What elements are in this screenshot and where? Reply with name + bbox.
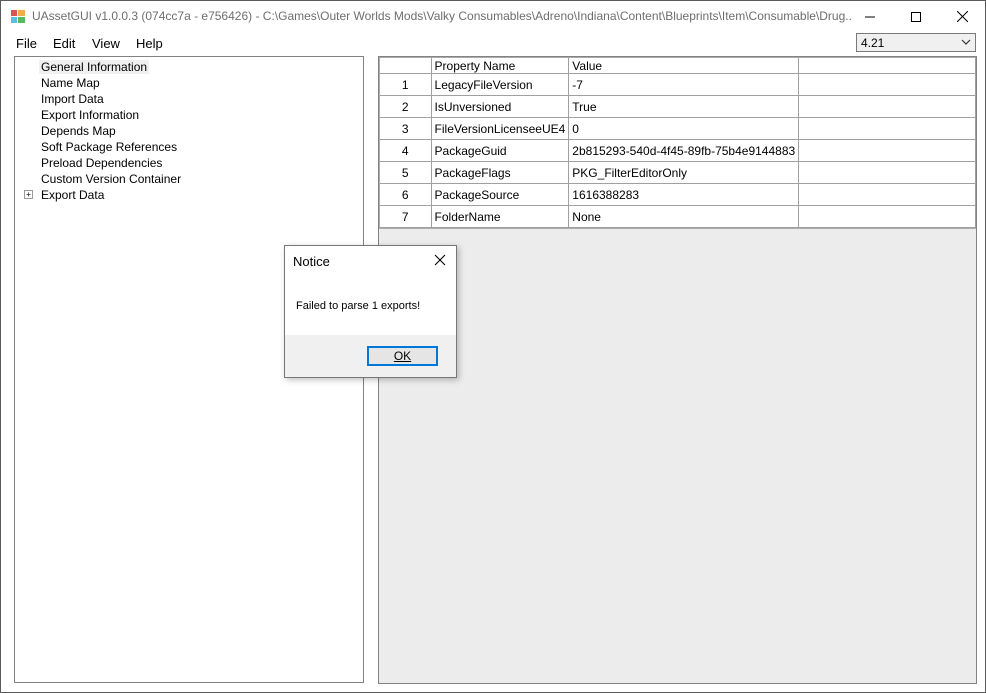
table-header-row: Property Name Value — [380, 58, 976, 74]
ok-button[interactable]: OK — [367, 346, 438, 366]
property-value-cell[interactable]: None — [568, 205, 800, 228]
tree-item-custom-version-container[interactable]: Custom Version Container — [39, 172, 183, 186]
tree-item-import-data[interactable]: Import Data — [39, 92, 106, 106]
table-row[interactable]: 4 PackageGuid 2b815293-540d-4f45-89fb-75… — [380, 139, 976, 162]
table-row[interactable]: 7 FolderName None — [380, 205, 976, 228]
minimize-button[interactable] — [847, 1, 893, 32]
column-header-value[interactable]: Value — [568, 58, 800, 74]
tree-item-export-data[interactable]: Export Data — [39, 188, 106, 202]
app-icon — [11, 10, 25, 23]
window-title: UAssetGUI v1.0.0.3 (074cc7a - e756426) -… — [32, 9, 852, 23]
tree-item-general-information[interactable]: General Information — [39, 60, 150, 74]
property-value-cell[interactable]: True — [568, 95, 800, 118]
column-header-property-name[interactable]: Property Name — [431, 58, 570, 74]
table-row[interactable]: 5 PackageFlags PKG_FilterEditorOnly — [380, 161, 976, 184]
ok-button-label: OK — [393, 349, 412, 363]
row-index[interactable]: 1 — [380, 73, 432, 96]
menu-file[interactable]: File — [16, 36, 37, 51]
title-bar: UAssetGUI v1.0.0.3 (074cc7a - e756426) -… — [1, 1, 985, 32]
empty-cell[interactable] — [798, 95, 976, 118]
engine-version-select[interactable]: 4.21 — [856, 33, 976, 52]
empty-cell[interactable] — [798, 161, 976, 184]
property-name-cell[interactable]: LegacyFileVersion — [431, 73, 570, 96]
row-index[interactable]: 7 — [380, 205, 432, 228]
table-row[interactable]: 2 IsUnversioned True — [380, 95, 976, 118]
table-row[interactable]: 1 LegacyFileVersion -7 — [380, 73, 976, 96]
notice-dialog: Notice Failed to parse 1 exports! OK — [284, 245, 457, 378]
tree-item-export-information[interactable]: Export Information — [39, 108, 141, 122]
tree-item-depends-map[interactable]: Depends Map — [39, 124, 118, 138]
tree-item-name-map[interactable]: Name Map — [39, 76, 102, 90]
property-name-cell[interactable]: PackageFlags — [431, 161, 570, 184]
row-index[interactable]: 3 — [380, 117, 432, 140]
property-value-cell[interactable]: PKG_FilterEditorOnly — [568, 161, 800, 184]
close-icon — [956, 11, 968, 22]
table-row[interactable]: 6 PackageSource 1616388283 — [380, 183, 976, 206]
table-row[interactable]: 3 FileVersionLicenseeUE4 0 — [380, 117, 976, 140]
maximize-icon — [911, 11, 921, 22]
row-index[interactable]: 6 — [380, 183, 432, 206]
property-value-cell[interactable]: 0 — [568, 117, 800, 140]
property-name-cell[interactable]: PackageGuid — [431, 139, 570, 162]
tree-item-preload-dependencies[interactable]: Preload Dependencies — [39, 156, 164, 170]
menu-bar: File Edit View Help — [1, 32, 985, 54]
empty-cell[interactable] — [798, 117, 976, 140]
property-value-cell[interactable]: 2b815293-540d-4f45-89fb-75b4e9144883 — [568, 139, 800, 162]
minimize-icon — [865, 16, 875, 17]
dialog-footer: OK — [285, 335, 456, 377]
empty-cell[interactable] — [798, 139, 976, 162]
row-index[interactable]: 5 — [380, 161, 432, 184]
engine-version-value: 4.21 — [861, 36, 885, 50]
property-name-cell[interactable]: FolderName — [431, 205, 570, 228]
menu-view[interactable]: View — [92, 36, 120, 51]
close-button[interactable] — [939, 1, 985, 32]
dialog-message: Failed to parse 1 exports! — [296, 300, 421, 312]
grid-empty-area — [379, 229, 976, 683]
empty-cell[interactable] — [798, 205, 976, 228]
row-index[interactable]: 2 — [380, 95, 432, 118]
column-header-extra[interactable] — [798, 58, 976, 74]
property-table: Property Name Value 1 LegacyFileVersion … — [380, 58, 976, 228]
property-value-cell[interactable]: -7 — [568, 73, 800, 96]
chevron-down-icon — [961, 39, 971, 45]
main-window: UAssetGUI v1.0.0.3 (074cc7a - e756426) -… — [0, 0, 986, 693]
property-name-cell[interactable]: FileVersionLicenseeUE4 — [431, 117, 570, 140]
maximize-button[interactable] — [893, 1, 939, 32]
property-name-cell[interactable]: IsUnversioned — [431, 95, 570, 118]
dialog-title: Notice — [293, 254, 330, 269]
row-index[interactable]: 4 — [380, 139, 432, 162]
plus-expander-icon[interactable] — [24, 190, 33, 199]
property-value-cell[interactable]: 1616388283 — [568, 183, 800, 206]
close-icon[interactable] — [433, 253, 447, 267]
empty-cell[interactable] — [798, 183, 976, 206]
menu-edit[interactable]: Edit — [53, 36, 75, 51]
property-name-cell[interactable]: PackageSource — [431, 183, 570, 206]
empty-cell[interactable] — [798, 73, 976, 96]
menu-help[interactable]: Help — [136, 36, 163, 51]
property-grid[interactable]: Property Name Value 1 LegacyFileVersion … — [378, 56, 977, 684]
column-header-index[interactable] — [380, 58, 432, 74]
tree-item-soft-package-references[interactable]: Soft Package References — [39, 140, 179, 154]
